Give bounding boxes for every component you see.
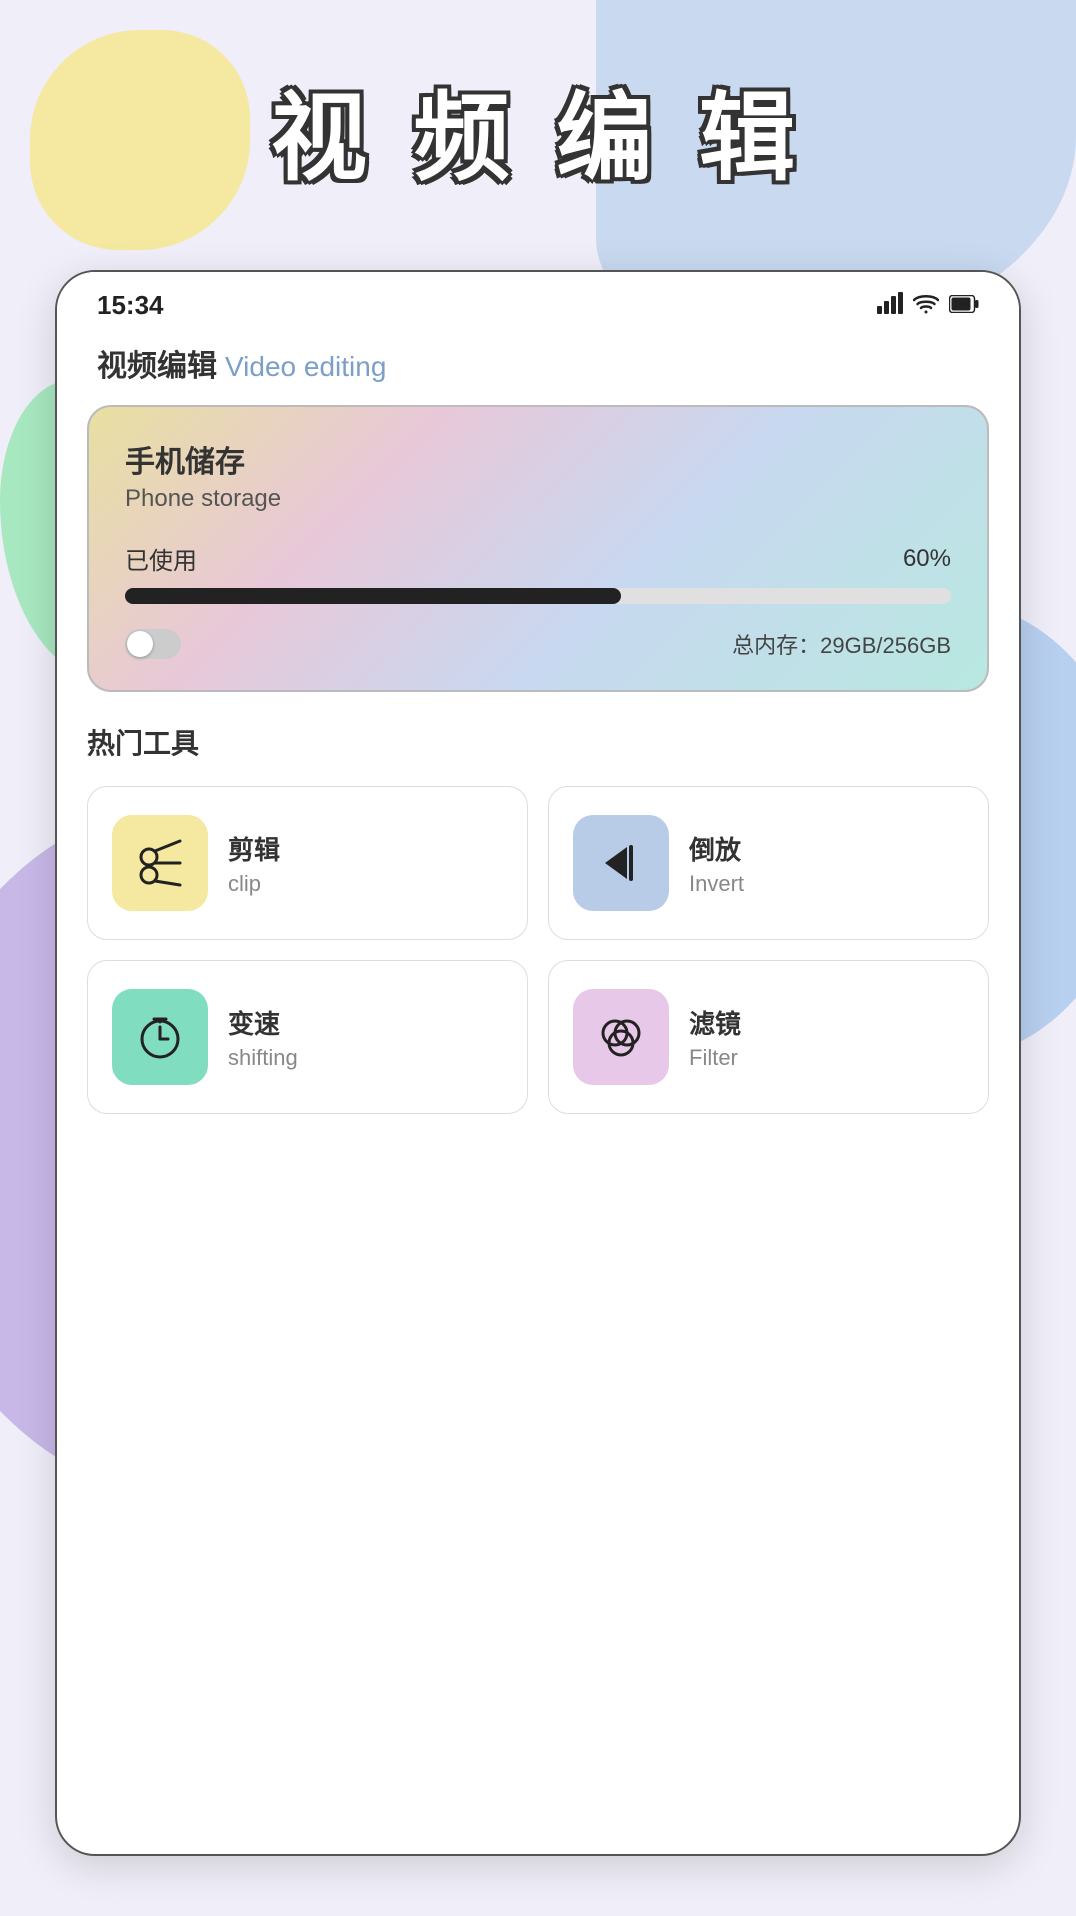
- clip-icon-box: [112, 815, 208, 911]
- shifting-name-cn: 变速: [228, 1004, 298, 1041]
- scissors-icon: [134, 837, 186, 889]
- battery-icon: [949, 293, 979, 319]
- tool-card-shifting[interactable]: 变速 shifting: [87, 960, 528, 1114]
- app-title-cn: 视频编辑: [97, 341, 217, 385]
- invert-name-en: Invert: [689, 871, 744, 897]
- storage-title-en: Phone storage: [125, 485, 951, 513]
- filter-icon-box: [573, 989, 669, 1085]
- signal-icon: [877, 292, 903, 320]
- storage-title-cn: 手机储存: [125, 437, 951, 481]
- phone-mockup: 15:34: [55, 270, 1021, 1856]
- storage-usage-row: 已使用 60%: [125, 541, 951, 576]
- main-title: 视 频 编 辑: [271, 60, 805, 199]
- clip-name-en: clip: [228, 871, 280, 897]
- tool-card-clip[interactable]: 剪辑 clip: [87, 786, 528, 940]
- storage-total: 总内存：29GB/256GB: [732, 628, 951, 660]
- status-icons: [877, 292, 979, 320]
- status-time: 15:34: [97, 290, 164, 321]
- tool-card-filter[interactable]: 滤镜 Filter: [548, 960, 989, 1114]
- tool-card-invert[interactable]: 倒放 Invert: [548, 786, 989, 940]
- filter-tool-text: 滤镜 Filter: [689, 1004, 741, 1071]
- filter-icon: [595, 1011, 647, 1063]
- storage-percent: 60%: [903, 545, 951, 573]
- invert-tool-text: 倒放 Invert: [689, 830, 744, 897]
- storage-toggle-knob: [127, 631, 153, 657]
- app-title-en: Video editing: [225, 351, 386, 383]
- hot-tools-title: 热门工具: [87, 722, 989, 762]
- shifting-tool-text: 变速 shifting: [228, 1004, 298, 1071]
- storage-card: 手机储存 Phone storage 已使用 60% 总内存：29GB/256G…: [87, 405, 989, 692]
- timer-icon: [134, 1011, 186, 1063]
- clip-tool-text: 剪辑 clip: [228, 830, 280, 897]
- storage-used-label: 已使用: [125, 541, 197, 576]
- clip-name-cn: 剪辑: [228, 830, 280, 867]
- wifi-icon: [913, 292, 939, 320]
- invert-icon-box: [573, 815, 669, 911]
- filter-name-cn: 滤镜: [689, 1004, 741, 1041]
- storage-progress-bar: [125, 588, 951, 604]
- tools-grid: 剪辑 clip 倒放 Invert: [87, 786, 989, 1114]
- hot-tools-section: 热门工具 剪辑 clip: [57, 722, 1019, 1114]
- invert-name-cn: 倒放: [689, 830, 744, 867]
- shifting-name-en: shifting: [228, 1045, 298, 1071]
- bg-decoration-yellow: [30, 30, 250, 250]
- rewind-icon: [595, 837, 647, 889]
- shifting-icon-box: [112, 989, 208, 1085]
- storage-progress-fill: [125, 588, 621, 604]
- app-header: 视频编辑 Video editing: [57, 331, 1019, 405]
- filter-name-en: Filter: [689, 1045, 741, 1071]
- storage-bottom-row: 总内存：29GB/256GB: [125, 628, 951, 660]
- status-bar: 15:34: [57, 272, 1019, 331]
- storage-toggle[interactable]: [125, 629, 181, 659]
